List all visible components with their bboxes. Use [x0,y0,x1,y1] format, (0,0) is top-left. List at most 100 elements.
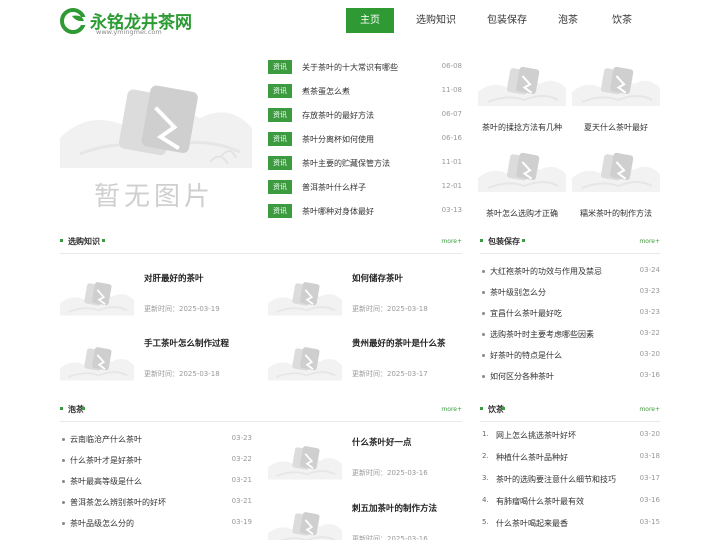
logo-leaf-icon [60,8,86,34]
list-date: 03-22 [231,455,252,463]
section-marker [502,407,505,410]
list-title: 普洱茶怎么辨别茶叶的好坏 [70,498,166,507]
list-date: 03-16 [639,371,660,379]
more-link[interactable]: more+ [441,238,462,245]
card-title: 手工茶叶怎么制作过程 [144,339,230,349]
list-number: 5. [482,518,489,526]
list-title: 好茶叶的特点是什么 [490,351,562,360]
news-title: 茶叶分离杯如何使用 [302,135,374,144]
article-card[interactable]: 刺五加茶叶的制作方法 更新时间：2025-03-16 [268,502,458,540]
news-item[interactable]: 资讯 关于茶叶的十大常识有哪些 06-08 [268,58,462,82]
thumb-item[interactable]: 糯米茶叶的制作方法 [572,148,660,219]
list-item[interactable]: 茶叶级别怎么分 03-23 [482,285,660,306]
thumb-item[interactable]: 夏天什么茶叶最好 [572,62,660,133]
news-item[interactable]: 资讯 煮茶蛋怎么煮 11-08 [268,82,462,106]
thumb-caption: 夏天什么茶叶最好 [584,123,648,132]
no-image-icon [268,347,342,381]
card-title: 刺五加茶叶的制作方法 [352,504,438,514]
section-header-baozhuang: 包装保存 more+ [480,236,660,252]
list-item[interactable]: 如何区分各种茶叶 03-16 [482,369,660,390]
thumb-item[interactable]: 茶叶的揉捻方法有几种 [478,62,566,133]
card-title: 贵州最好的茶叶是什么茶 [352,339,446,349]
news-item[interactable]: 资讯 普洱茶叶什么样子 12-01 [268,178,462,202]
article-card[interactable]: 对肝最好的茶叶 更新时间：2025-03-19 [60,272,250,328]
thumb-image [572,148,660,202]
news-title: 茶叶哪种对身体最好 [302,207,374,216]
list-item[interactable]: 茶叶最高等级是什么 03-21 [62,474,252,495]
news-item[interactable]: 资讯 茶叶主要的贮藏保管方法 11-01 [268,154,462,178]
list-item[interactable]: 普洱茶怎么辨别茶叶的好坏 03-21 [62,495,252,516]
nav-yincha[interactable]: 饮茶 [602,8,642,33]
no-image-icon [572,66,660,106]
list-item[interactable]: 茶叶品级怎么分的 03-19 [62,516,252,537]
baozhuang-list: 大红袍茶叶的功效与作用及禁忌 03-24 茶叶级别怎么分 03-23 宜昌什么茶叶最好吃… [482,264,660,390]
list-item[interactable]: 4. 有肺瘤喝什么茶叶最有效 03-16 [482,494,660,516]
bullet-icon [482,333,485,336]
card-time: 更新时间：2025-03-16 [352,535,428,540]
list-item[interactable]: 云南临沧产什么茶叶 03-23 [62,432,252,453]
list-item[interactable]: 3. 茶叶的选购要注意什么细节和技巧 03-17 [482,472,660,494]
list-title: 茶叶最高等级是什么 [70,477,142,486]
bullet-icon [482,270,485,273]
list-date: 03-23 [231,434,252,442]
list-title: 有肺瘤喝什么茶叶最有效 [496,497,584,506]
list-item[interactable]: 什么茶叶才是好茶叶 03-22 [62,453,252,474]
no-image-icon [60,282,134,316]
card-time: 更新时间：2025-03-17 [352,370,428,378]
more-link[interactable]: more+ [639,406,660,413]
list-item[interactable]: 5. 什么茶叶喝起来最香 03-15 [482,516,660,538]
list-date: 03-17 [639,474,660,482]
section-title: 选购知识 [68,237,100,246]
site-header: 永铭龙井茶网 www.ymingmei.com 主页 选购知识 包装保存 泡茶 … [0,0,720,40]
nav-paocha[interactable]: 泡茶 [548,8,588,33]
card-title: 如何储存茶叶 [352,274,404,284]
thumb-image [572,62,660,116]
list-item[interactable]: 1. 网上怎么挑选茶叶好坏 03-20 [482,428,660,450]
news-item[interactable]: 资讯 存放茶叶的最好方法 06-07 [268,106,462,130]
card-time: 更新时间：2025-03-18 [144,370,220,378]
news-date: 11-01 [441,158,462,166]
list-number: 2. [482,452,489,460]
hero-image[interactable]: 暂无图片 [60,58,252,218]
list-item[interactable]: 宜昌什么茶叶最好吃 03-23 [482,306,660,327]
list-date: 03-18 [639,452,660,460]
list-item[interactable]: 2. 种植什么茶叶品种好 03-18 [482,450,660,472]
no-image-icon [478,152,566,192]
list-number: 3. [482,474,489,482]
card-image [268,508,342,540]
nav-baozhuang[interactable]: 包装保存 [478,8,536,33]
divider [480,421,660,422]
site-logo[interactable]: 永铭龙井茶网 www.ymingmei.com [60,6,200,36]
bullet-icon [62,459,65,462]
yincha-list: 1. 网上怎么挑选茶叶好坏 03-20 2. 种植什么茶叶品种好 03-18 3. 茶叶的选购… [482,428,660,538]
nav-home[interactable]: 主页 [346,8,394,33]
article-card[interactable]: 什么茶叶好一点 更新时间：2025-03-16 [268,436,458,492]
news-item[interactable]: 资讯 茶叶分离杯如何使用 06-16 [268,130,462,154]
list-item[interactable]: 大红袍茶叶的功效与作用及禁忌 03-24 [482,264,660,285]
card-time: 更新时间：2025-03-19 [144,305,220,313]
list-title: 茶叶级别怎么分 [490,288,546,297]
section-title: 包装保存 [488,237,520,246]
news-tag: 资讯 [268,180,292,194]
list-date: 03-24 [639,266,660,274]
thumb-image [478,62,566,116]
card-title: 什么茶叶好一点 [352,438,412,448]
list-item[interactable]: 选购茶叶时主要考虑哪些因素 03-22 [482,327,660,348]
article-card[interactable]: 贵州最好的茶叶是什么茶 更新时间：2025-03-17 [268,337,458,393]
article-card[interactable]: 如何储存茶叶 更新时间：2025-03-18 [268,272,458,328]
divider [60,253,462,254]
paocha-list: 云南临沧产什么茶叶 03-23 什么茶叶才是好茶叶 03-22 茶叶最高等级是什么 03-… [62,432,252,537]
section-header-yincha: 饮茶 more+ [480,404,660,420]
news-item[interactable]: 资讯 茶叶哪种对身体最好 03-13 [268,202,462,226]
more-link[interactable]: more+ [639,238,660,245]
thumb-item[interactable]: 茶叶怎么选购才正确 [478,148,566,219]
more-link[interactable]: more+ [441,406,462,413]
divider [480,253,660,254]
list-title: 大红袍茶叶的功效与作用及禁忌 [490,267,602,276]
bullet-icon [482,291,485,294]
no-image-icon [60,347,134,381]
list-date: 03-20 [639,430,660,438]
article-card[interactable]: 手工茶叶怎么制作过程 更新时间：2025-03-18 [60,337,250,393]
list-item[interactable]: 好茶叶的特点是什么 03-20 [482,348,660,369]
nav-xuangou[interactable]: 选购知识 [402,8,470,33]
